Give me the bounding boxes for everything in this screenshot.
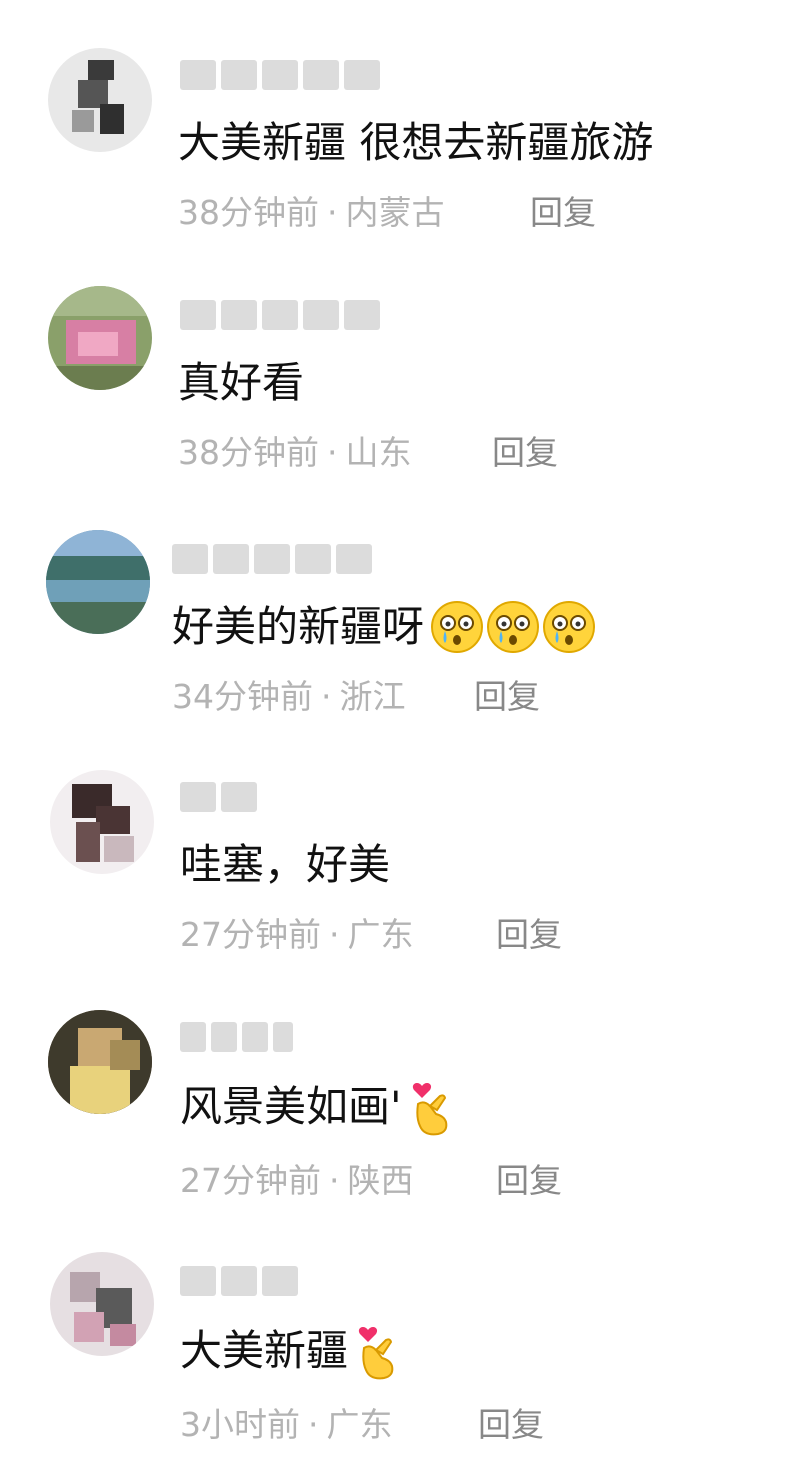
finger-heart-icon [412, 1083, 447, 1136]
comment-text-content: 好美的新疆呀 [172, 602, 425, 651]
reply-button[interactable]: 回复 [492, 432, 558, 474]
comment-meta: 38分钟前 · 内蒙古 [178, 192, 445, 234]
comment-item: 真好看 38分钟前 · 山东 回复 [0, 240, 808, 472]
comment-meta: 38分钟前 · 山东 [178, 432, 412, 474]
username[interactable] [180, 295, 380, 335]
comment-time: 27分钟前 [180, 915, 321, 954]
comment-location: 山东 [345, 433, 412, 472]
comment-time: 27分钟前 [180, 1161, 321, 1200]
comment-text-content: 大美新疆 很想去新疆旅游 [178, 118, 654, 167]
meta-separator: · [329, 1161, 340, 1200]
username[interactable] [180, 55, 380, 95]
comment-text: 大美新疆 很想去新疆旅游 [178, 116, 653, 170]
comment-meta: 27分钟前 · 陕西 [180, 1160, 414, 1202]
reply-button[interactable]: 回复 [496, 1160, 562, 1202]
meta-separator: · [329, 915, 340, 954]
emoji-group [408, 1078, 454, 1136]
comment-item: 好美的新疆呀 34分钟前 · 浙江 回复 [0, 482, 808, 716]
emoji-group [354, 1322, 400, 1380]
reply-button[interactable]: 回复 [474, 676, 540, 718]
comment-text: 好美的新疆呀 [172, 600, 596, 654]
comment-item: 哇塞，好美 27分钟前 · 广东 回复 [0, 722, 808, 954]
comment-text: 大美新疆 [180, 1322, 400, 1380]
comment-time: 3小时前 [180, 1405, 300, 1444]
comment-text-content: 大美新疆 [180, 1326, 349, 1375]
username[interactable] [180, 1261, 298, 1301]
comment-location: 广东 [347, 915, 414, 954]
comment-time: 34分钟前 [172, 677, 313, 716]
comment-text: 哇塞，好美 [180, 838, 390, 892]
avatar[interactable] [46, 530, 150, 634]
emoji-group [430, 600, 596, 654]
meta-separator: · [321, 677, 332, 716]
avatar[interactable] [48, 48, 152, 152]
comment-location: 陕西 [347, 1161, 414, 1200]
crying-face-icon [487, 601, 540, 653]
comment-location: 内蒙古 [345, 193, 445, 232]
comment-text: 风景美如画' [180, 1078, 454, 1136]
comment-time: 38分钟前 [178, 433, 319, 472]
comment-text-content: 风景美如画' [180, 1082, 402, 1131]
username[interactable] [172, 539, 372, 579]
comment-text-content: 哇塞，好美 [180, 840, 391, 889]
reply-button[interactable]: 回复 [496, 914, 562, 956]
reply-button[interactable]: 回复 [530, 192, 596, 234]
username[interactable] [180, 777, 257, 817]
comment-meta: 27分钟前 · 广东 [180, 914, 414, 956]
comment-meta: 34分钟前 · 浙江 [172, 676, 406, 718]
comment-item: 风景美如画' 27分钟前 · 陕西 回复 [0, 962, 808, 1200]
meta-separator: · [327, 193, 338, 232]
comment-text: 真好看 [178, 356, 304, 410]
meta-separator: · [327, 433, 338, 472]
comment-time: 38分钟前 [178, 193, 319, 232]
crying-face-icon [431, 601, 484, 653]
comment-item: 大美新疆 很想去新疆旅游 38分钟前 · 内蒙古 回复 [0, 0, 808, 232]
comment-meta: 3小时前 · 广东 [180, 1404, 393, 1446]
crying-face-icon [543, 601, 596, 653]
comment-location: 浙江 [339, 677, 406, 716]
comment-text-content: 真好看 [178, 358, 305, 407]
comment-item: 大美新疆 3小时前 · 广东 回复 [0, 1204, 808, 1444]
username[interactable] [180, 1017, 293, 1057]
finger-heart-icon [358, 1327, 394, 1380]
avatar[interactable] [50, 770, 154, 874]
meta-separator: · [308, 1405, 319, 1444]
avatar[interactable] [48, 286, 152, 390]
comment-location: 广东 [326, 1405, 393, 1444]
avatar[interactable] [48, 1010, 152, 1114]
avatar[interactable] [50, 1252, 154, 1356]
reply-button[interactable]: 回复 [478, 1404, 544, 1446]
